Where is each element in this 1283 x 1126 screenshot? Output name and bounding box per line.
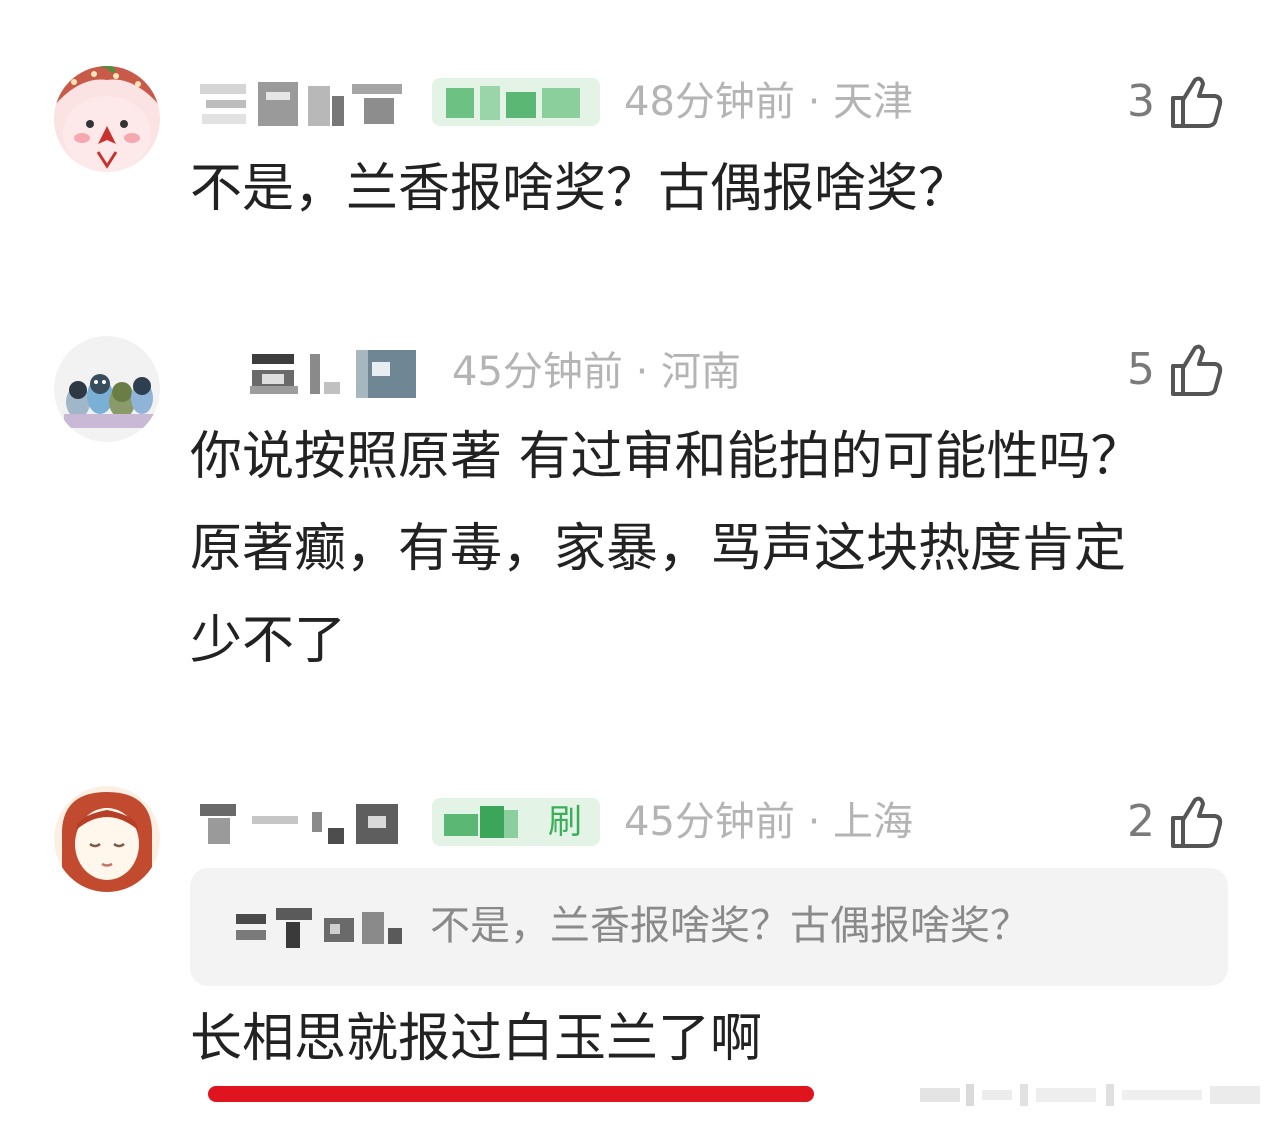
comment-header: 48分钟前 · 天津 — [196, 72, 1096, 132]
comment-header: 刷 45分钟前 · 上海 — [196, 792, 1096, 852]
watermark — [920, 1084, 1260, 1106]
quoted-username-mosaic — [236, 908, 402, 948]
tag-text: 刷 — [548, 802, 582, 842]
username-mosaic[interactable] — [196, 342, 436, 402]
avatar[interactable] — [54, 66, 160, 172]
comment-text-line: 长相思就报过白玉兰了啊 — [190, 1009, 763, 1069]
thumbs-up-icon — [1171, 796, 1223, 848]
comment-text-line: 你说按照原著 有过审和能拍的可能性吗？ — [190, 427, 1143, 487]
like-button[interactable]: 2 — [1127, 792, 1225, 852]
username-mosaic[interactable] — [196, 792, 416, 852]
red-hair-girl-avatar — [54, 786, 160, 892]
avatar[interactable] — [54, 336, 160, 442]
like-count: 3 — [1127, 76, 1155, 127]
comment-header: 45分钟前 · 河南 — [196, 342, 1096, 402]
comment-list: 48分钟前 · 天津 3 不是，兰香报啥奖？古偶报啥奖？ 45分钟前 · 河南 … — [0, 0, 1283, 1126]
quoted-text: 不是，兰香报啥奖？古偶报啥奖？ — [430, 903, 1030, 949]
strawberry-bird-avatar — [54, 66, 160, 172]
like-count: 2 — [1127, 796, 1155, 847]
like-button[interactable]: 3 — [1127, 72, 1225, 132]
avatar[interactable] — [54, 786, 160, 892]
time-location: 48分钟前 · 天津 — [624, 79, 914, 125]
comment-text-line: 原著癫，有毒，家暴，骂声这块热度肯定 — [190, 519, 1127, 579]
penguins-avatar — [54, 336, 160, 442]
user-tag: 刷 — [432, 798, 600, 846]
username-mosaic[interactable] — [196, 72, 416, 132]
like-button[interactable]: 5 — [1127, 340, 1225, 400]
highlight-underline — [208, 1086, 814, 1102]
like-count: 5 — [1127, 344, 1155, 395]
tag-mosaic — [444, 806, 518, 838]
quoted-reply[interactable]: 不是，兰香报啥奖？古偶报啥奖？ — [190, 868, 1228, 986]
time-location: 45分钟前 · 河南 — [452, 349, 742, 395]
comment-text-line: 不是，兰香报啥奖？古偶报啥奖？ — [190, 159, 971, 219]
user-tag — [432, 78, 600, 126]
time-location: 45分钟前 · 上海 — [624, 799, 914, 845]
thumbs-up-icon — [1171, 76, 1223, 128]
thumbs-up-icon — [1171, 344, 1223, 396]
comment-text-line: 少不了 — [190, 611, 347, 671]
tag-mosaic — [446, 86, 580, 120]
